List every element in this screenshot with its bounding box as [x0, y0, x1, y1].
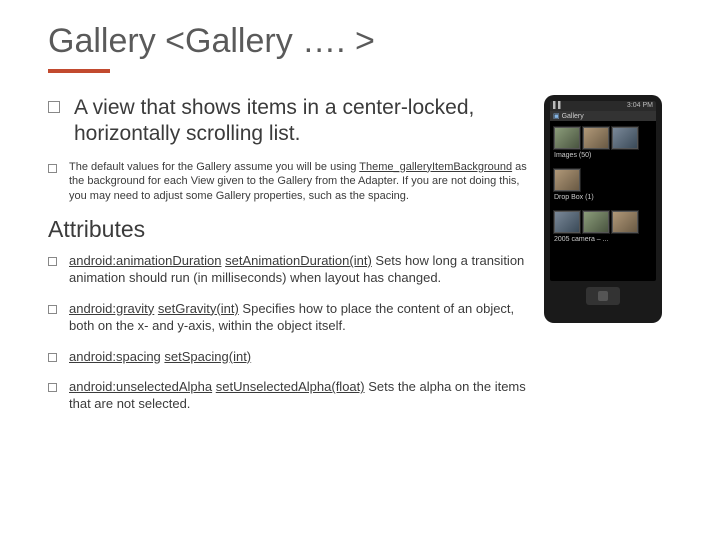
phone-thumb	[612, 127, 638, 149]
accent-rule	[48, 69, 110, 73]
attr-method-link[interactable]: setGravity(int)	[158, 301, 239, 316]
phone-gallery-bar: ▣ Gallery	[550, 111, 656, 121]
bullet-square-icon	[48, 353, 57, 362]
phone-thumb	[583, 211, 609, 233]
phone-thumb	[612, 211, 638, 233]
bullet-square-icon	[48, 164, 57, 173]
attr-xml-link[interactable]: android:spacing	[69, 349, 161, 364]
phone-thumb	[554, 211, 580, 233]
main-bullet: A view that shows items in a center-lock…	[48, 95, 532, 148]
phone-thumb-row	[554, 127, 652, 149]
sub-bullet: The default values for the Gallery assum…	[48, 160, 532, 205]
phone-caption: Images (50)	[554, 152, 652, 159]
attr-xml-link[interactable]: android:unselectedAlpha	[69, 379, 212, 394]
phone-dpad	[586, 287, 620, 305]
bullet-square-icon	[48, 257, 57, 266]
bullet-square-icon	[48, 305, 57, 314]
attribute-row: android:animationDuration setAnimationDu…	[48, 253, 532, 287]
phone-thumb	[554, 127, 580, 149]
attribute-row: android:gravity setGravity(int) Specifie…	[48, 301, 532, 335]
phone-preview-column: ▌▌ 3:04 PM ▣ Gallery Images (50)	[544, 95, 672, 427]
attr-xml-link[interactable]: android:animationDuration	[69, 253, 221, 268]
bullet-square-icon	[48, 383, 57, 392]
phone-mock: ▌▌ 3:04 PM ▣ Gallery Images (50)	[544, 95, 662, 323]
attr-method-link[interactable]: setAnimationDuration(int)	[225, 253, 372, 268]
attr-method-link[interactable]: setUnselectedAlpha(float)	[216, 379, 365, 394]
phone-thumb	[583, 127, 609, 149]
phone-status-bar: ▌▌ 3:04 PM	[550, 101, 656, 111]
attr-method-link[interactable]: setSpacing(int)	[164, 349, 251, 364]
attribute-row: android:unselectedAlpha setUnselectedAlp…	[48, 379, 532, 413]
phone-thumb	[554, 169, 580, 191]
body-column: A view that shows items in a center-lock…	[48, 95, 544, 427]
phone-caption: 2005 camera – ...	[554, 236, 652, 243]
attribute-row: android:spacing setSpacing(int)	[48, 349, 532, 366]
attributes-heading: Attributes	[48, 216, 532, 243]
phone-caption: Drop Box (1)	[554, 194, 652, 201]
theme-link[interactable]: Theme_galleryItemBackground	[359, 161, 512, 173]
main-bullet-text: A view that shows items in a center-lock…	[74, 95, 532, 148]
sub-bullet-text: The default values for the Gallery assum…	[69, 160, 532, 205]
bullet-square-icon	[48, 101, 60, 113]
attr-xml-link[interactable]: android:gravity	[69, 301, 154, 316]
slide-title: Gallery <Gallery …. >	[48, 22, 672, 61]
